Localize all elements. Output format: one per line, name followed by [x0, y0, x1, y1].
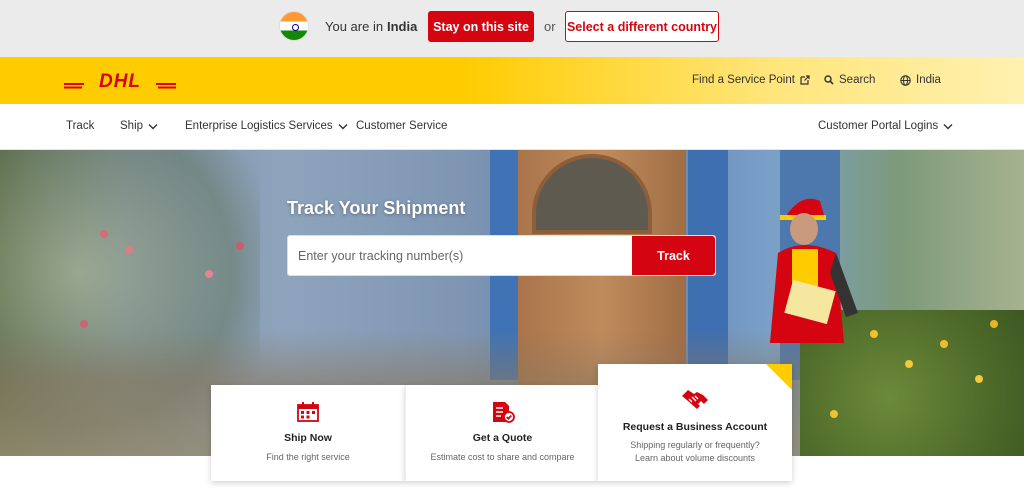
business-account-desc: Shipping regularly or frequently? Learn … [630, 440, 760, 463]
nav-enterprise-logistics[interactable]: Enterprise Logistics Services [185, 120, 348, 132]
card-corner-accent [766, 364, 792, 390]
get-a-quote-desc: Estimate cost to share and compare [430, 452, 575, 462]
country-banner-or: or [544, 19, 556, 34]
nav-track[interactable]: Track [66, 120, 94, 132]
business-account-title: Request a Business Account [622, 421, 768, 433]
external-link-icon [800, 75, 810, 85]
chevron-down-icon [338, 123, 348, 129]
customer-portal-logins[interactable]: Customer Portal Logins [818, 120, 953, 132]
find-service-point-link[interactable]: Find a Service Point [692, 74, 810, 86]
nav-ship-label: Ship [120, 120, 144, 132]
stay-on-site-button[interactable]: Stay on this site [428, 11, 534, 42]
quick-action-cards: Ship Now Find the right service Get a Qu… [211, 364, 792, 481]
globe-icon [900, 74, 911, 86]
get-a-quote-card[interactable]: Get a Quote Estimate cost to share and c… [405, 385, 598, 481]
region-label: India [916, 74, 941, 86]
ship-now-card[interactable]: Ship Now Find the right service [211, 385, 405, 481]
hero-title: Track Your Shipment [287, 198, 466, 218]
nav-enterprise-label: Enterprise Logistics Services [185, 120, 333, 132]
ship-now-desc: Find the right service [266, 452, 350, 462]
dhl-logo-text: DHL [99, 72, 141, 90]
chevron-down-icon [943, 123, 953, 129]
search-link[interactable]: Search [824, 74, 875, 86]
search-label: Search [839, 74, 876, 86]
handshake-icon [682, 390, 708, 409]
calendar-icon [297, 402, 319, 422]
customer-portal-label: Customer Portal Logins [818, 120, 939, 132]
tracking-number-input[interactable] [288, 236, 632, 275]
quote-document-icon [493, 402, 515, 423]
country-banner-country: India [387, 19, 418, 34]
business-account-card[interactable]: Request a Business Account Shipping regu… [598, 364, 792, 481]
courier-figure [770, 198, 858, 343]
ship-now-title: Ship Now [284, 432, 332, 444]
find-service-point-label: Find a Service Point [692, 74, 795, 86]
nav-track-label: Track [66, 120, 95, 132]
dhl-logo[interactable]: DHL [64, 72, 176, 90]
get-a-quote-title: Get a Quote [472, 432, 533, 444]
nav-ship[interactable]: Ship [120, 120, 158, 132]
track-button[interactable]: Track [632, 236, 715, 275]
select-country-button[interactable]: Select a different country [565, 11, 719, 42]
chevron-down-icon [148, 123, 158, 129]
search-icon [824, 75, 834, 85]
region-selector[interactable]: India [900, 74, 941, 86]
nav-customer-service-label: Customer Service [356, 120, 448, 132]
country-banner-prefix: You are in [325, 19, 384, 34]
india-flag-icon [279, 11, 309, 41]
nav-customer-service[interactable]: Customer Service [356, 120, 447, 132]
